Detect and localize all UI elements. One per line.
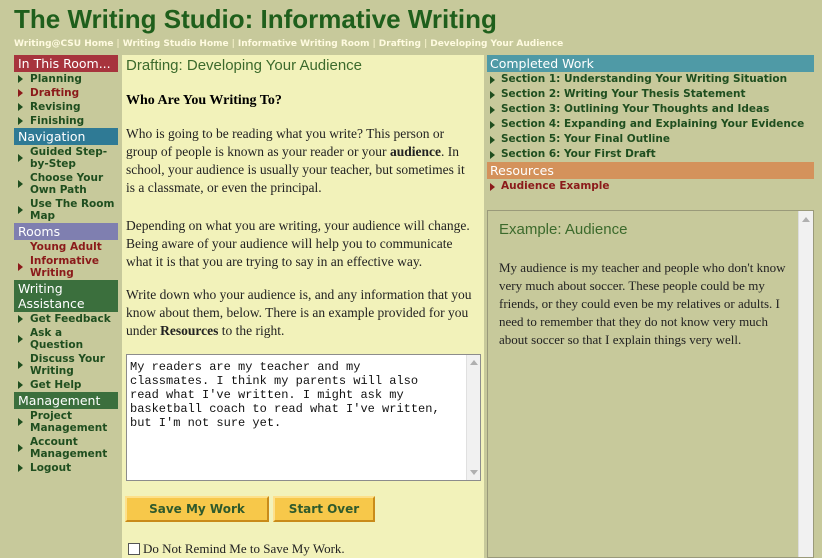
nav-item-logout[interactable]: Logout — [14, 461, 118, 475]
nav-item-account-management[interactable]: Account Management — [14, 435, 118, 461]
arrow-right-icon — [490, 150, 495, 159]
nav-item-revising[interactable]: Revising — [14, 100, 118, 114]
arrow-right-icon — [18, 154, 23, 162]
arrow-right-icon — [490, 90, 495, 99]
management-heading: Management — [14, 392, 118, 409]
nav-item-choose-your-own-path[interactable]: Choose Your Own Path — [14, 171, 118, 197]
nav-item-guided-step-by-step[interactable]: Guided Step-by-Step — [14, 145, 118, 171]
completed-section-1[interactable]: Section 1: Understanding Your Writing Si… — [487, 72, 814, 87]
intro-paragraph: Who is going to be reading what you writ… — [126, 126, 465, 195]
breadcrumb-informative-writing-room[interactable]: Informative Writing Room — [238, 39, 370, 49]
example-title: Example: Audience — [499, 221, 628, 238]
arrow-right-icon — [18, 75, 23, 83]
instructions-paragraph: Write down who your audience is, and any… — [126, 287, 472, 338]
nav-item-discuss-your-writing[interactable]: Discuss Your Writing — [14, 352, 118, 378]
example-text: My audience is my teacher and people who… — [499, 260, 786, 347]
answer-text: My readers are my teacher and my classma… — [130, 360, 440, 430]
completed-section-6[interactable]: Section 6: Your First Draft — [487, 147, 814, 162]
arrow-right-icon — [18, 206, 23, 214]
arrow-right-icon — [18, 361, 23, 369]
arrow-right-icon — [18, 103, 23, 111]
arrow-right-icon — [18, 89, 23, 97]
arrow-right-icon — [490, 105, 495, 114]
arrow-right-icon — [490, 135, 495, 144]
arrow-right-icon — [18, 117, 23, 125]
textarea-scrollbar[interactable] — [466, 355, 480, 480]
nav-item-informative-writing[interactable]: Informative Writing — [14, 254, 118, 280]
nav-item-use-the-room-map[interactable]: Use The Room Map — [14, 197, 118, 223]
nav-item-young-adult[interactable]: Young Adult — [14, 240, 118, 254]
breadcrumb: Writing@CSU Home | Writing Studio Home | Inf… — [14, 39, 564, 49]
writing-assistance-heading: Writing Assistance — [14, 280, 118, 312]
save-my-work-button[interactable]: Save My Work — [125, 496, 269, 522]
start-over-button[interactable]: Start Over — [273, 496, 375, 522]
breadcrumb-writing-studio-home[interactable]: Writing Studio Home — [123, 39, 229, 49]
nav-item-drafting[interactable]: Drafting — [14, 86, 118, 100]
resources-heading: Resources — [487, 162, 814, 179]
example-scrollbar[interactable] — [798, 211, 813, 557]
arrow-right-icon — [490, 120, 495, 129]
completed-section-2[interactable]: Section 2: Writing Your Thesis Statement — [487, 87, 814, 102]
scroll-up-icon[interactable] — [470, 360, 478, 365]
arrow-right-icon — [18, 315, 23, 323]
arrow-right-icon — [18, 335, 23, 343]
navigation-heading: Navigation — [14, 128, 118, 145]
breadcrumb-writing-csu-home[interactable]: Writing@CSU Home — [14, 39, 113, 49]
breadcrumb-developing-audience[interactable]: Developing Your Audience — [430, 39, 563, 49]
completed-work-heading: Completed Work — [487, 55, 814, 72]
resource-audience-example[interactable]: Audience Example — [487, 179, 814, 194]
nav-item-planning[interactable]: Planning — [14, 72, 118, 86]
do-not-remind-option[interactable]: Do Not Remind Me to Save My Work. — [128, 541, 345, 557]
completed-section-5[interactable]: Section 5: Your Final Outline — [487, 132, 814, 147]
completed-section-4[interactable]: Section 4: Expanding and Explaining Your… — [487, 117, 814, 132]
arrow-right-icon — [18, 381, 23, 389]
arrow-right-icon — [490, 75, 495, 84]
site-title: The Writing Studio: Informative Writing — [14, 4, 497, 34]
example-panel: Example: Audience My audience is my teac… — [487, 210, 814, 558]
left-sidebar: In This Room... Planning Drafting Revisi… — [14, 55, 118, 475]
audience-answer-textarea[interactable]: My readers are my teacher and my classma… — [126, 354, 481, 481]
nav-item-finishing[interactable]: Finishing — [14, 114, 118, 128]
arrow-right-icon — [18, 418, 23, 426]
arrow-right-icon — [18, 464, 23, 472]
arrow-right-icon — [18, 180, 23, 188]
nav-item-get-feedback[interactable]: Get Feedback — [14, 312, 118, 326]
rooms-heading: Rooms — [14, 223, 118, 240]
breadcrumb-drafting[interactable]: Drafting — [379, 39, 421, 49]
in-this-room-heading: In This Room... — [14, 55, 118, 72]
remind-checkbox[interactable] — [128, 543, 140, 555]
audience-paragraph: Depending on what you are writing, your … — [126, 218, 470, 269]
arrow-right-icon — [490, 182, 495, 191]
nav-item-project-management[interactable]: Project Management — [14, 409, 118, 435]
arrow-right-icon — [18, 444, 23, 452]
right-sidebar: Completed Work Section 1: Understanding … — [487, 55, 814, 558]
arrow-right-icon — [18, 263, 23, 271]
page-title: Drafting: Developing Your Audience — [126, 57, 363, 74]
scroll-up-icon[interactable] — [802, 217, 810, 222]
remind-label: Do Not Remind Me to Save My Work. — [143, 541, 345, 556]
nav-item-get-help[interactable]: Get Help — [14, 378, 118, 392]
scroll-down-icon[interactable] — [470, 470, 478, 475]
completed-section-3[interactable]: Section 3: Outlining Your Thoughts and I… — [487, 102, 814, 117]
section-subheading: Who Are You Writing To? — [126, 93, 282, 108]
main-content: Drafting: Developing Your Audience Who A… — [122, 55, 484, 558]
nav-item-ask-a-question[interactable]: Ask a Question — [14, 326, 118, 352]
